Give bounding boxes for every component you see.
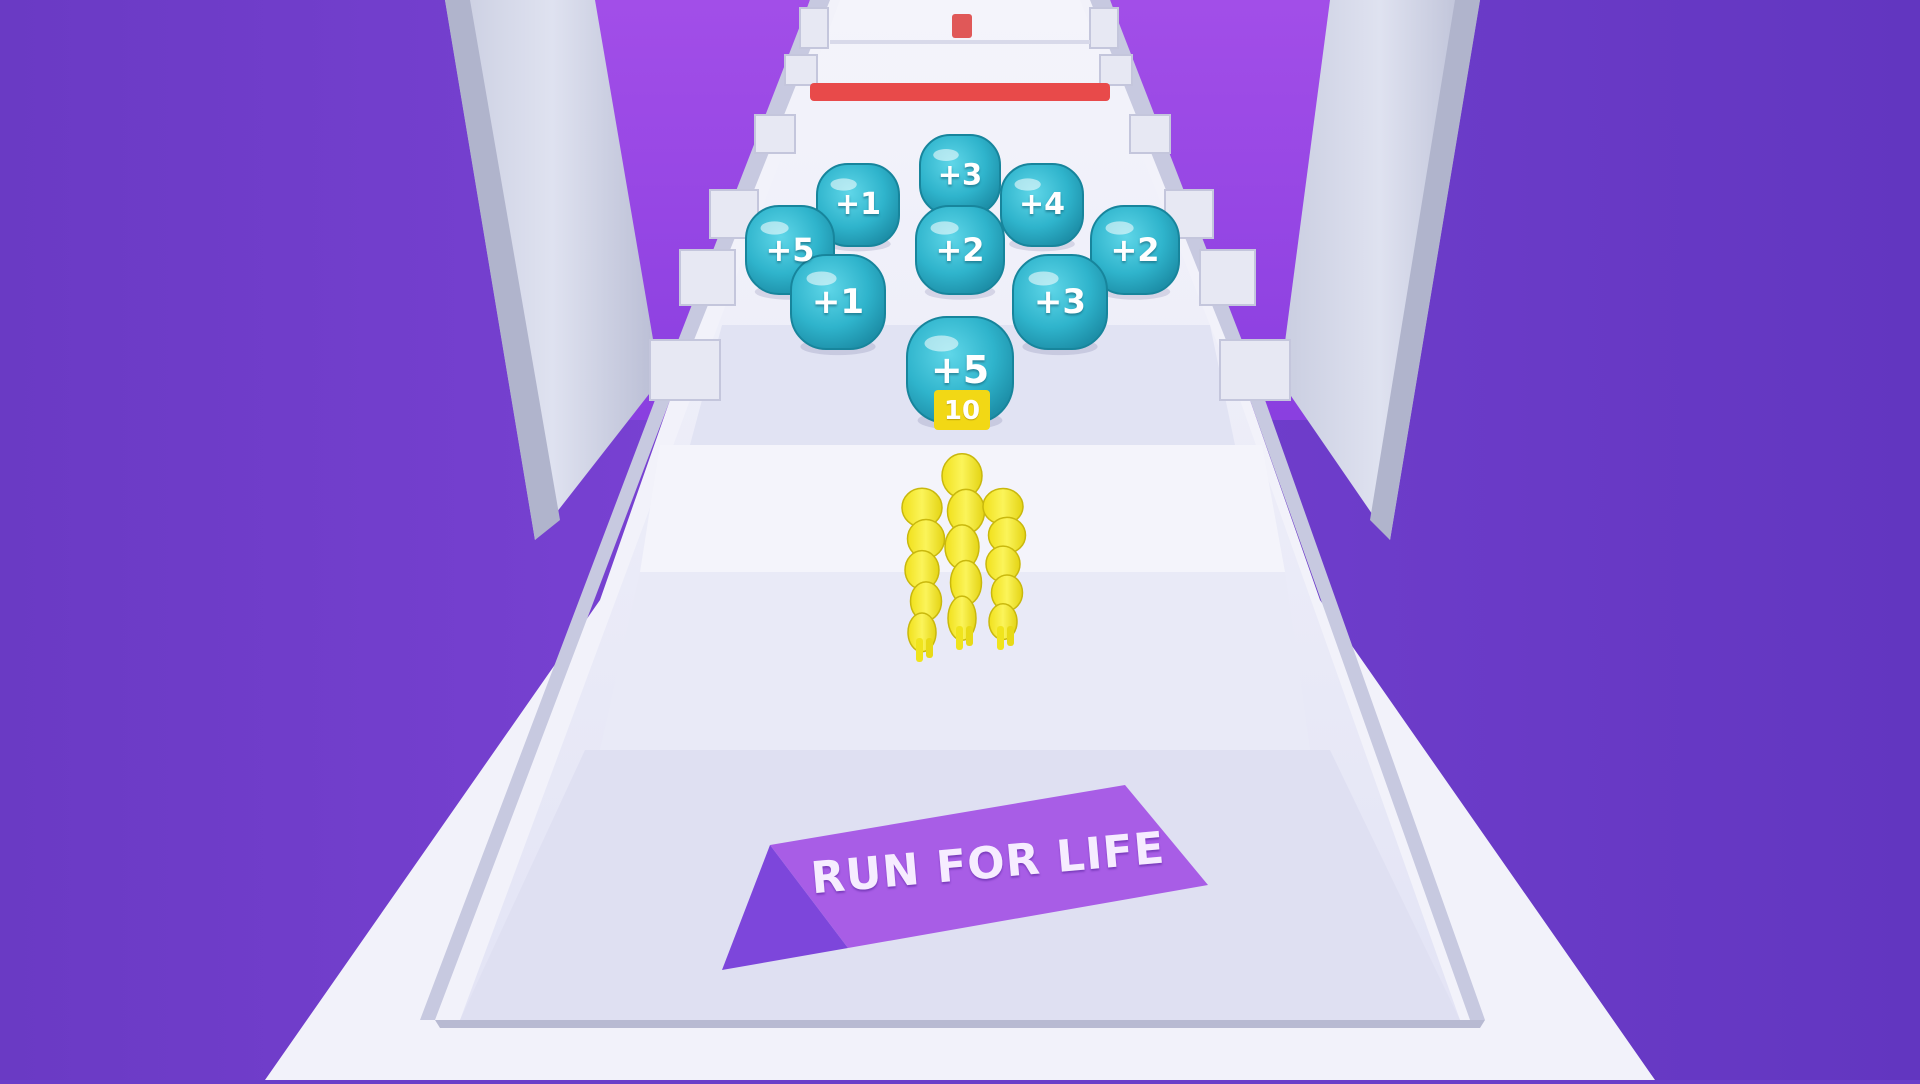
crowd-count-badge [934,390,990,430]
game-scene: 10 RUN FOR LIFE +3 +1 +4 +5 +2 +2 +1 +3 +5 [0,0,1920,1080]
multiplier-bubble [1000,163,1084,252]
distant-block [952,14,972,38]
scene-background [0,0,1920,1080]
finish-bar [810,83,1110,101]
multiplier-bubble [790,254,886,356]
multiplier-bubble [915,205,1005,300]
track-front-drop [435,1020,1485,1028]
multiplier-bubble [1012,254,1108,356]
distant-rail-line [830,40,1090,44]
